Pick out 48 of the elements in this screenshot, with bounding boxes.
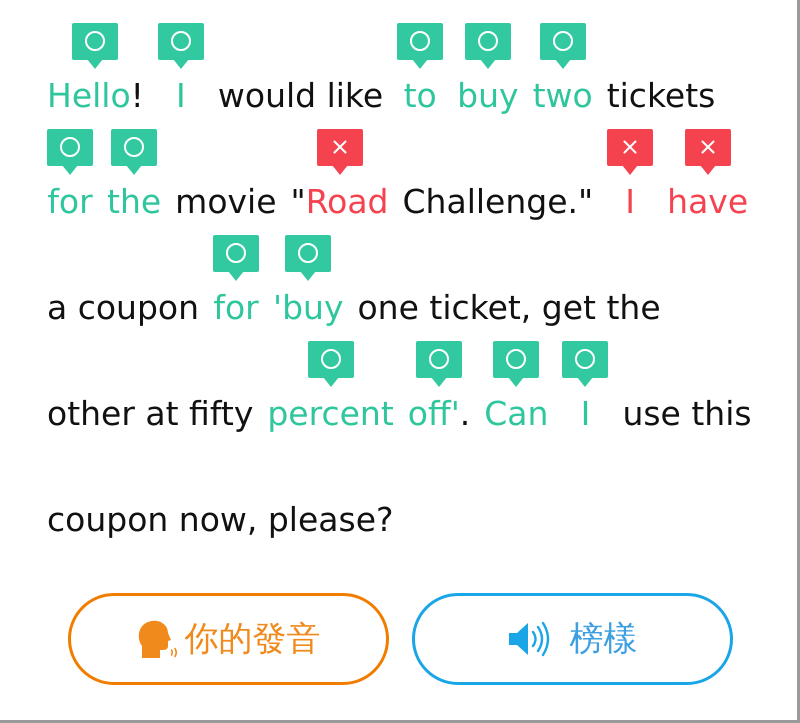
scored-word: Can (484, 394, 548, 434)
circle-badge-icon (416, 341, 462, 387)
cross-badge-icon (684, 129, 731, 175)
circle-badge-icon (47, 129, 93, 175)
scored-word: for (47, 182, 93, 222)
cross-badge-icon (607, 129, 654, 175)
passage-text: one ticket, get the (357, 288, 661, 328)
scored-word: the (107, 182, 162, 222)
scored-word: for (213, 288, 259, 328)
scored-word: 'buy (273, 288, 344, 328)
circle-badge-icon (308, 341, 354, 387)
scored-word: Hello (47, 76, 131, 116)
circle-badge-icon (213, 235, 260, 281)
punctuation: " (290, 182, 306, 222)
circle-badge-icon (285, 235, 332, 281)
cross-badge-icon (316, 129, 363, 175)
passage-text: Challenge." (402, 182, 594, 222)
scored-word: off' (408, 394, 460, 434)
record-button[interactable]: 你的發音 (68, 593, 389, 685)
passage-text: would like (218, 76, 384, 116)
passage-text: coupon now, please? (47, 500, 394, 540)
punctuation: . (460, 394, 470, 434)
passage-text: a coupon (47, 288, 200, 328)
scored-word: two (532, 76, 593, 116)
circle-badge-icon (464, 23, 511, 69)
play-sample-button[interactable]: 榜樣 (412, 593, 733, 685)
scored-word: percent (267, 394, 394, 434)
circle-badge-icon (397, 23, 444, 69)
circle-badge-icon (540, 23, 586, 69)
circle-badge-icon (72, 23, 118, 69)
scored-word: Road (306, 182, 389, 222)
passage-text: movie (175, 182, 277, 222)
circle-badge-icon (493, 341, 540, 387)
scored-word: I (625, 182, 636, 222)
passage-text: use this (622, 394, 752, 434)
punctuation: ! (130, 76, 144, 116)
speaking-head-icon (136, 619, 178, 659)
scored-word: have (667, 182, 748, 222)
scored-word: I (580, 394, 590, 434)
circle-badge-icon (158, 23, 204, 69)
passage-text: other at fifty (47, 394, 254, 434)
scored-word: to (404, 76, 437, 116)
circle-badge-icon (562, 341, 608, 387)
circle-badge-icon (111, 129, 158, 175)
passage-text: tickets (606, 76, 716, 116)
scored-word: buy (457, 76, 519, 116)
scored-word: I (176, 76, 186, 116)
speaker-icon (508, 620, 552, 658)
